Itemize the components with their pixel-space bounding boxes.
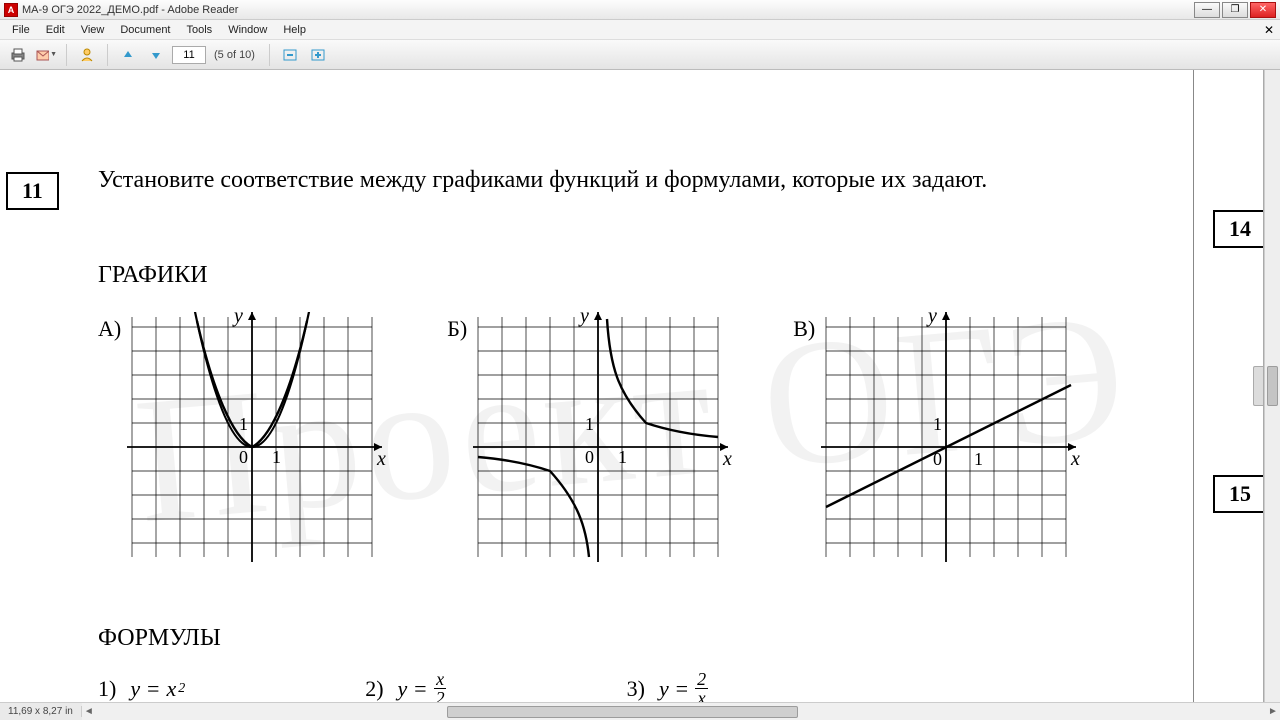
statusbar: 11,69 x 8,27 in ◄ ►: [0, 702, 1280, 720]
graph-a-label: А): [98, 316, 121, 342]
page-dimensions: 11,69 x 8,27 in: [0, 706, 82, 717]
svg-text:y: y: [578, 312, 589, 327]
formula-2-num: 2): [365, 676, 383, 702]
menu-view[interactable]: View: [73, 22, 113, 38]
vertical-scroll-thumb[interactable]: [1267, 366, 1278, 406]
app-icon: A: [4, 3, 18, 17]
zoom-in-button[interactable]: [306, 43, 330, 67]
svg-text:1: 1: [239, 414, 248, 434]
print-button[interactable]: [6, 43, 30, 67]
graphs-row: А): [98, 312, 1081, 562]
svg-text:y: y: [232, 312, 243, 327]
vertical-scrollbar[interactable]: [1264, 70, 1280, 702]
menubar: File Edit View Document Tools Window Hel…: [0, 20, 1280, 40]
menu-document[interactable]: Document: [112, 22, 178, 38]
problem-14-box: 14: [1213, 210, 1264, 248]
svg-text:y: y: [926, 312, 937, 327]
collab-button[interactable]: [75, 43, 99, 67]
titlebar: A МА-9 ОГЭ 2022_ДЕМО.pdf - Adobe Reader …: [0, 0, 1280, 20]
maximize-button[interactable]: ❐: [1222, 2, 1248, 18]
formulas-row: 1) y = x2 2) y = x 2: [98, 670, 708, 702]
close-button[interactable]: ✕: [1250, 2, 1276, 18]
svg-text:x: x: [1070, 448, 1080, 470]
problem-15-box: 15: [1213, 475, 1264, 513]
horizontal-scrollbar[interactable]: ◄ ►: [82, 703, 1280, 720]
document-area: Проект ОГЭ 11 Установите соответствие ме…: [0, 70, 1280, 702]
problem-text: Установите соответствие между графиками …: [98, 164, 1038, 196]
svg-text:1: 1: [618, 447, 627, 467]
formulas-section-title: ФОРМУЛЫ: [98, 625, 221, 652]
page-down-button[interactable]: [144, 43, 168, 67]
side-panel-handle[interactable]: [1253, 366, 1263, 406]
svg-text:1: 1: [933, 414, 942, 434]
window-title: МА-9 ОГЭ 2022_ДЕМО.pdf - Adobe Reader: [22, 4, 1194, 16]
horizontal-scroll-thumb[interactable]: [447, 706, 798, 718]
svg-text:x: x: [722, 448, 732, 470]
mail-button[interactable]: ▼: [34, 43, 58, 67]
graph-c: В) 0 1 1: [793, 312, 1081, 562]
graph-a: А): [98, 312, 387, 562]
page-content: Проект ОГЭ 11 Установите соответствие ме…: [0, 70, 1263, 702]
graph-b-svg: 0 1 1 x y: [473, 312, 733, 562]
menu-file[interactable]: File: [4, 22, 38, 38]
graph-c-label: В): [793, 316, 815, 342]
svg-text:1: 1: [272, 447, 281, 467]
menu-close-doc[interactable]: ✕: [1264, 23, 1274, 37]
svg-text:1: 1: [585, 414, 594, 434]
formula-3: 3) y = 2 x: [627, 670, 708, 702]
svg-text:x: x: [376, 448, 386, 470]
menu-edit[interactable]: Edit: [38, 22, 73, 38]
svg-text:1: 1: [974, 449, 983, 469]
menu-window[interactable]: Window: [220, 22, 275, 38]
page-number-input[interactable]: [172, 46, 206, 64]
svg-text:0: 0: [585, 447, 594, 467]
page-canvas[interactable]: Проект ОГЭ 11 Установите соответствие ме…: [0, 70, 1264, 702]
zoom-out-button[interactable]: [278, 43, 302, 67]
minimize-button[interactable]: —: [1194, 2, 1220, 18]
graph-b: Б) 0 1 1: [447, 312, 733, 562]
formula-2: 2) y = x 2: [365, 670, 446, 702]
formula-3-num: 3): [627, 676, 645, 702]
toolbar: ▼ (5 of 10): [0, 40, 1280, 70]
formula-1: 1) y = x2: [98, 670, 185, 702]
page-count-label: (5 of 10): [214, 49, 255, 61]
page-up-button[interactable]: [116, 43, 140, 67]
svg-text:0: 0: [239, 447, 248, 467]
problem-number-box: 11: [6, 172, 59, 210]
graph-b-label: Б): [447, 316, 467, 342]
graph-c-svg: 0 1 1 x y: [821, 312, 1081, 562]
dropdown-icon: ▼: [50, 51, 57, 58]
graph-a-svg: 0 1 1 x y: [127, 312, 387, 562]
menu-tools[interactable]: Tools: [179, 22, 221, 38]
hscroll-left-icon[interactable]: ◄: [82, 706, 96, 717]
graphs-section-title: ГРАФИКИ: [98, 262, 208, 289]
formula-1-num: 1): [98, 676, 116, 702]
hscroll-right-icon[interactable]: ►: [1266, 706, 1280, 717]
menu-help[interactable]: Help: [275, 22, 314, 38]
